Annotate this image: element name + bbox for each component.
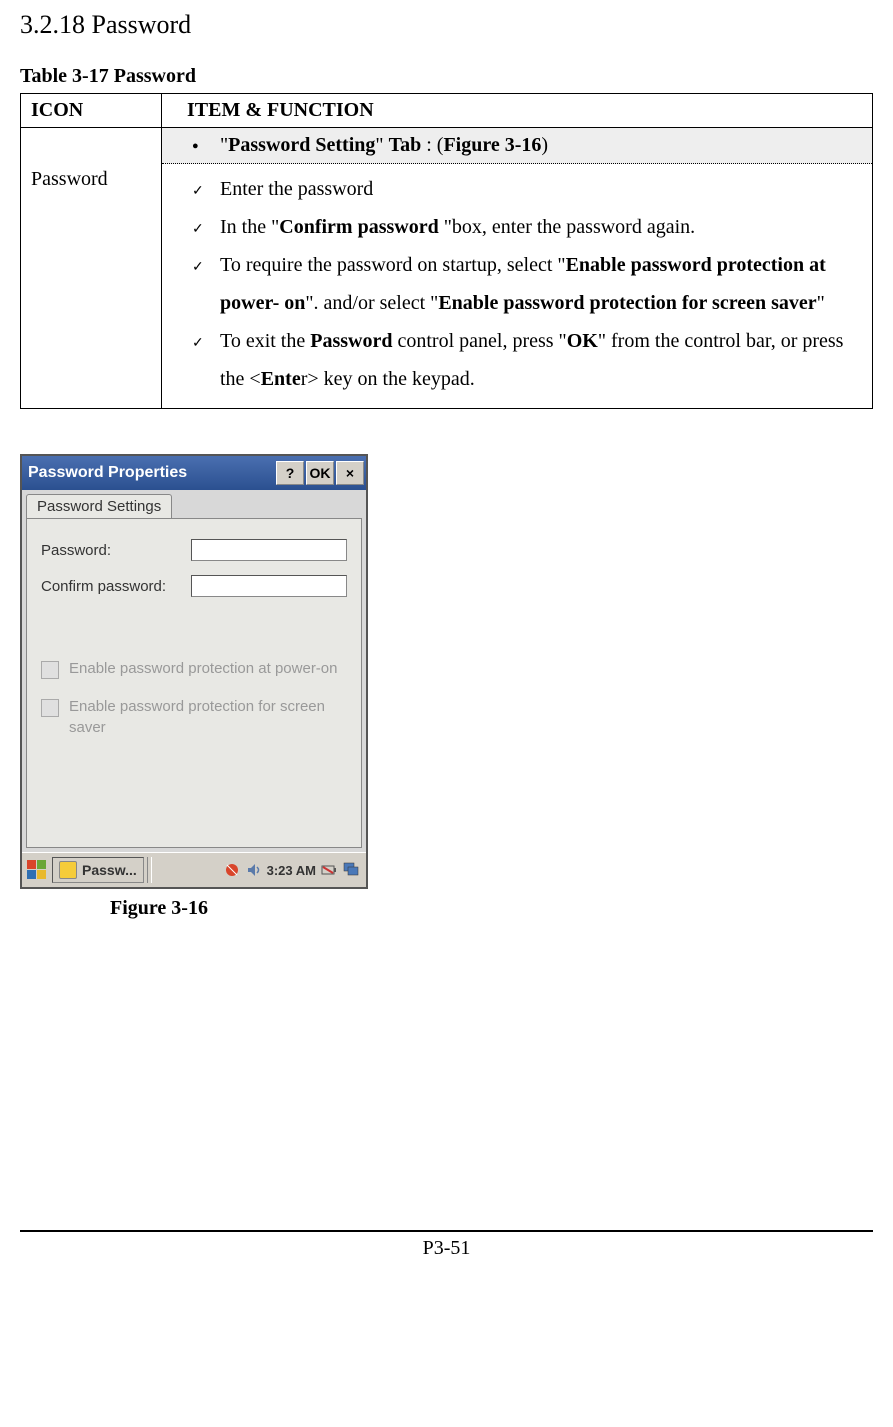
- figure-caption: Figure 3-16: [110, 897, 873, 920]
- tab-password-settings[interactable]: Password Settings: [26, 494, 172, 518]
- clock: 3:23 AM: [267, 863, 316, 878]
- list-item: In the "Confirm password "box, enter the…: [192, 208, 862, 246]
- row-icon-cell: Password: [21, 128, 162, 409]
- tray-icon[interactable]: [223, 861, 241, 879]
- password-label: Password:: [41, 542, 191, 559]
- taskbar: Passw... 3:23 AM: [22, 852, 366, 887]
- battery-icon[interactable]: [320, 861, 338, 879]
- dialog-body: Password: Confirm password: Enable passw…: [26, 518, 362, 848]
- help-button[interactable]: ?: [276, 461, 304, 485]
- list-item: To exit the Password control panel, pres…: [192, 322, 862, 398]
- system-tray: 3:23 AM: [223, 861, 364, 879]
- page-number: P3-51: [423, 1237, 471, 1259]
- table-caption: Table 3-17 Password: [20, 65, 873, 88]
- taskbar-divider: [147, 857, 152, 883]
- checkbox-screensaver-label: Enable password protection for screen sa…: [69, 697, 347, 738]
- lock-icon: [59, 861, 77, 879]
- taskbar-app-button[interactable]: Passw...: [52, 857, 144, 883]
- tab-title-line: "Password Setting" Tab : (Figure 3-16): [192, 134, 862, 157]
- desktop-icon[interactable]: [342, 861, 360, 879]
- list-item: Enter the password: [192, 170, 862, 208]
- password-input[interactable]: [191, 539, 347, 561]
- checkbox-poweron[interactable]: [41, 661, 59, 679]
- window-title: Password Properties: [28, 464, 274, 482]
- table-header-item: ITEM & FUNCTION: [162, 94, 873, 128]
- list-item: To require the password on startup, sele…: [192, 246, 862, 322]
- start-icon[interactable]: [24, 857, 50, 883]
- page-footer: P3-51: [20, 1230, 873, 1260]
- confirm-password-input[interactable]: [191, 575, 347, 597]
- volume-icon[interactable]: [245, 861, 263, 879]
- checkbox-poweron-label: Enable password protection at power-on: [69, 659, 338, 679]
- screenshot-window: Password Properties ? OK × Password Sett…: [20, 454, 368, 889]
- password-table: ICON ITEM & FUNCTION Password "Password …: [20, 93, 873, 409]
- table-header-icon: ICON: [21, 94, 162, 128]
- footer-rule: [20, 1230, 873, 1232]
- section-heading: 3.2.18 Password: [20, 10, 873, 40]
- ok-button[interactable]: OK: [306, 461, 334, 485]
- tab-bar: Password Settings: [22, 490, 366, 518]
- checkbox-screensaver[interactable]: [41, 699, 59, 717]
- close-button[interactable]: ×: [336, 461, 364, 485]
- window-titlebar: Password Properties ? OK ×: [22, 456, 366, 490]
- confirm-password-label: Confirm password:: [41, 578, 191, 595]
- row-content-cell: "Password Setting" Tab : (Figure 3-16) E…: [162, 128, 873, 409]
